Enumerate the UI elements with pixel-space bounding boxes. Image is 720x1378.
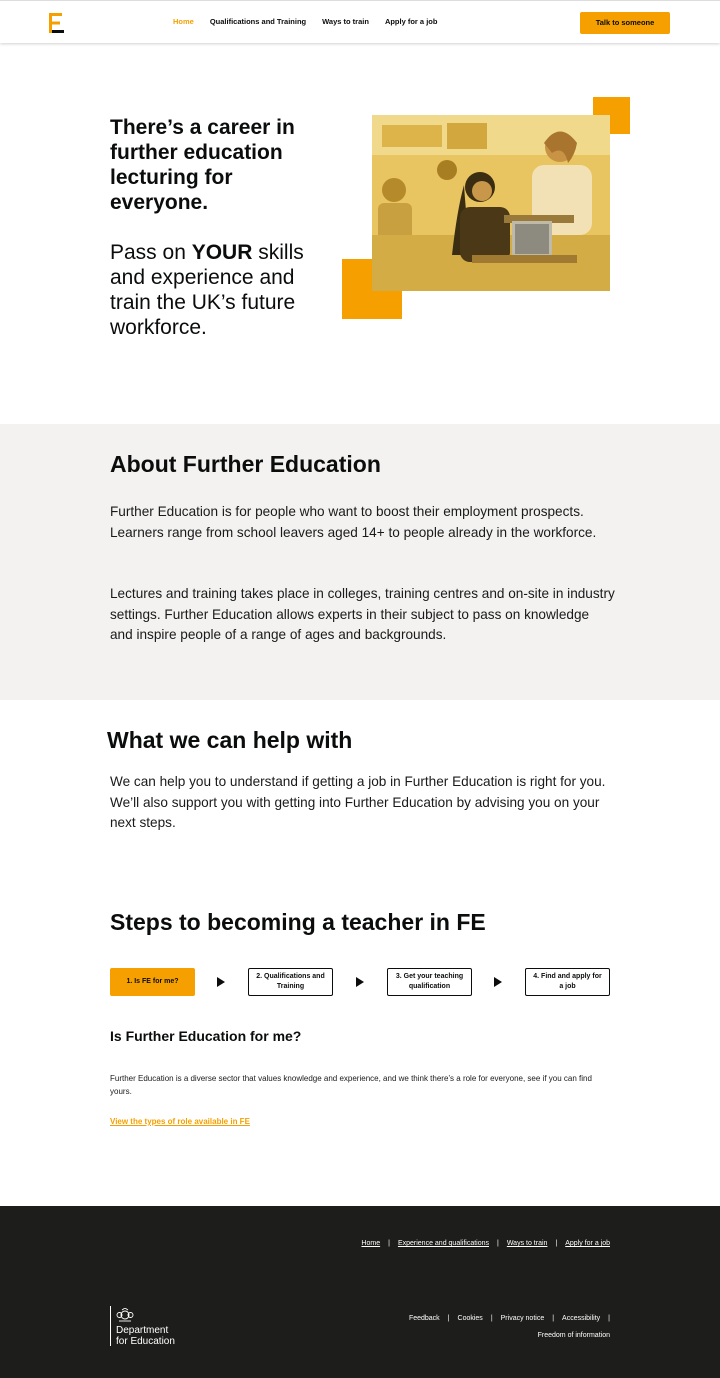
step-section-text: Further Education is a diverse sector th… xyxy=(110,1074,592,1096)
nav-home[interactable]: Home xyxy=(173,17,194,26)
step-arrow-icon xyxy=(356,977,364,987)
footer-link-apply[interactable]: Apply for a job xyxy=(565,1240,610,1247)
dfe-line-2: for Education xyxy=(116,1335,175,1347)
main-nav: Home Qualifications and Training Ways to… xyxy=(173,17,453,26)
step-arrow-icon xyxy=(217,977,225,987)
help-heading: What we can help with xyxy=(107,727,353,753)
nav-apply-for-job[interactable]: Apply for a job xyxy=(385,17,438,26)
help-text: We can help you to understand if getting… xyxy=(110,774,606,830)
nav-qualifications-training[interactable]: Qualifications and Training xyxy=(210,17,306,26)
hero-subtitle-pre: Pass on xyxy=(110,241,192,264)
dfe-line-1: Department xyxy=(116,1325,169,1336)
step-section-heading: Is Further Education for me? xyxy=(110,1028,302,1044)
footer-nav: Home | Experience and qualifications | Way… xyxy=(361,1240,610,1247)
fe-logo-icon[interactable] xyxy=(49,13,65,33)
hero-subtitle: Pass on YOUR skills and experience and t… xyxy=(110,240,340,340)
footer-link-home[interactable]: Home xyxy=(361,1240,380,1247)
step-4-find-and-apply[interactable]: 4. Find and apply for a job xyxy=(525,968,610,996)
footer-link-cookies[interactable]: Cookies xyxy=(458,1315,483,1322)
about-section: About Further Education Further Educatio… xyxy=(0,424,720,700)
about-paragraph-2: Lectures and training takes place in col… xyxy=(110,586,615,642)
footer-link-foi[interactable]: Freedom of information xyxy=(538,1332,610,1339)
hero-subtitle-emphasis: YOUR xyxy=(191,241,253,264)
classroom-photo-illustration xyxy=(372,115,610,291)
hero-photo xyxy=(372,115,610,291)
about-paragraph-1: Further Education is for people who want… xyxy=(110,504,597,540)
footer-link-privacy[interactable]: Privacy notice xyxy=(501,1315,545,1322)
dfe-logo[interactable]: Department for Education xyxy=(110,1306,175,1346)
footer-link-ways-to-train[interactable]: Ways to train xyxy=(507,1240,548,1247)
site-footer: Home | Experience and qualifications | Way… xyxy=(0,1206,720,1378)
footer-link-accessibility[interactable]: Accessibility xyxy=(562,1315,600,1322)
footer-link-feedback[interactable]: Feedback xyxy=(409,1315,440,1322)
footer-link-experience[interactable]: Experience and qualifications xyxy=(398,1240,489,1247)
step-1-is-fe-for-me[interactable]: 1. Is FE for me? xyxy=(110,968,195,996)
step-arrow-icon xyxy=(494,977,502,987)
step-3-teaching-qualification[interactable]: 3. Get your teaching qualification xyxy=(387,968,472,996)
footer-legal-nav: Feedback | Cookies | Privacy notice | Acces… xyxy=(408,1315,610,1322)
view-roles-link[interactable]: View the types of role available in FE xyxy=(110,1117,250,1126)
talk-to-someone-button[interactable]: Talk to someone xyxy=(580,12,670,34)
step-2-qualifications-training[interactable]: 2. Qualifications and Training xyxy=(248,968,333,996)
nav-ways-to-train[interactable]: Ways to train xyxy=(322,17,369,26)
steps-heading: Steps to becoming a teacher in FE xyxy=(110,909,486,935)
site-header: Home Qualifications and Training Ways to… xyxy=(0,0,720,43)
dfe-name: Department for Education xyxy=(116,1325,196,1347)
about-heading: About Further Education xyxy=(110,451,381,477)
hero-title: There’s a career in further education le… xyxy=(110,116,295,214)
royal-crest-icon xyxy=(116,1308,134,1322)
